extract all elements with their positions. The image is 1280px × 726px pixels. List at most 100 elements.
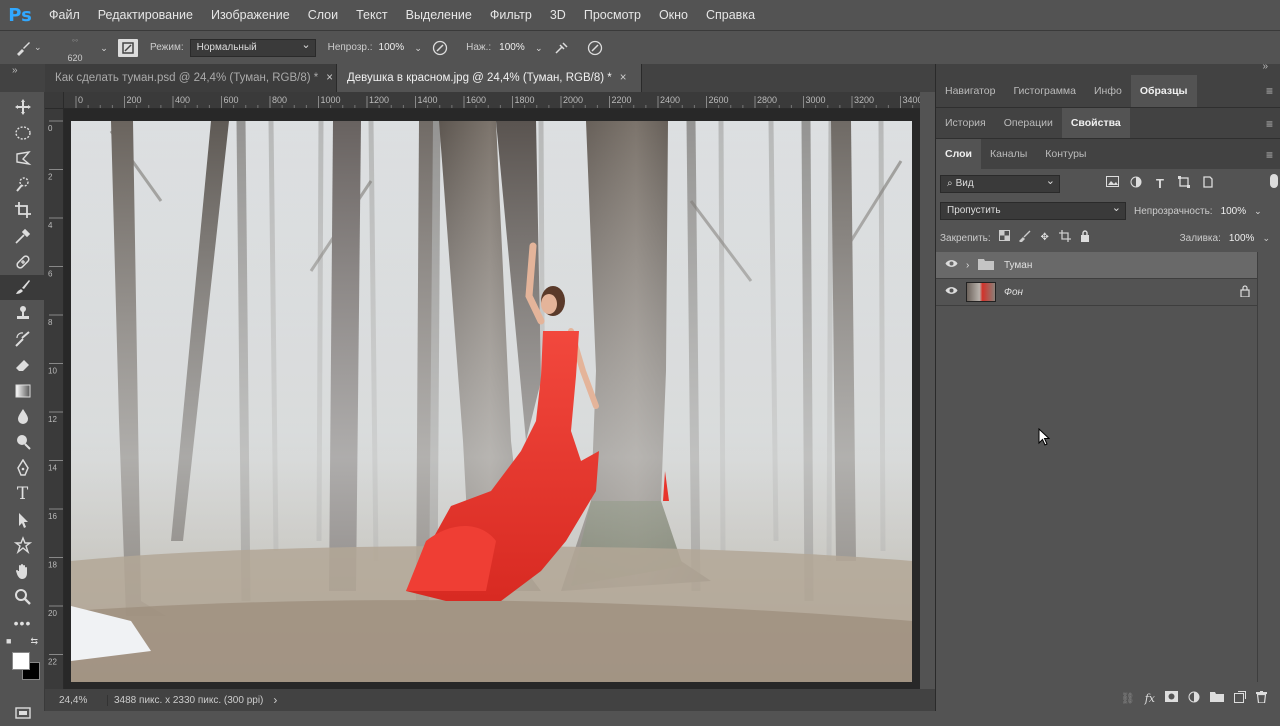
- chevron-down-icon[interactable]: ⌄: [1262, 233, 1270, 244]
- layer-opacity-value[interactable]: 100%: [1221, 206, 1247, 217]
- tab-actions[interactable]: Операции: [995, 108, 1062, 138]
- pen-tool-icon[interactable]: [0, 455, 45, 481]
- document-image[interactable]: [71, 121, 912, 682]
- horizontal-ruler[interactable]: 0 200 400 600 800 1000 1200 1400 1600 1800 2000 220…: [64, 92, 920, 109]
- swap-colors-icon[interactable]: ■ ⇆: [0, 636, 44, 650]
- tab-channels[interactable]: Каналы: [981, 139, 1036, 169]
- filter-type-icon[interactable]: T: [1152, 176, 1168, 192]
- new-layer-icon[interactable]: [1234, 690, 1246, 706]
- tab-properties[interactable]: Свойства: [1061, 108, 1130, 138]
- path-selection-icon[interactable]: [0, 507, 45, 533]
- layer-row-group[interactable]: › Туман: [936, 252, 1258, 278]
- flow-value[interactable]: 100%: [499, 42, 525, 53]
- quick-selection-icon[interactable]: [0, 171, 45, 197]
- new-adjustment-layer-icon[interactable]: [1188, 691, 1200, 706]
- blend-mode-select[interactable]: Нормальный: [189, 37, 316, 57]
- lock-artboard-icon[interactable]: [1057, 230, 1073, 246]
- link-layers-icon[interactable]: ⛓: [1121, 692, 1135, 705]
- add-mask-icon[interactable]: [1165, 691, 1178, 705]
- screen-mode-icon[interactable]: [0, 700, 45, 726]
- crop-tool-icon[interactable]: [0, 197, 45, 223]
- menu-image[interactable]: Изображение: [202, 0, 299, 30]
- type-tool-icon[interactable]: T: [0, 481, 45, 507]
- ellipse-marquee-icon[interactable]: [0, 120, 45, 146]
- move-tool-icon[interactable]: [0, 94, 45, 120]
- lock-brush-icon[interactable]: [1017, 230, 1033, 246]
- chevron-down-icon[interactable]: ⌄: [96, 40, 112, 56]
- menu-file[interactable]: Файл: [40, 0, 89, 30]
- panel-menu-icon[interactable]: ≡: [1266, 148, 1273, 162]
- tab-layers[interactable]: Слои: [936, 139, 981, 169]
- gradient-tool-icon[interactable]: [0, 378, 45, 404]
- zoom-level[interactable]: 24,4%: [59, 695, 101, 706]
- menu-help[interactable]: Справка: [697, 0, 764, 30]
- pressure-size-icon[interactable]: [587, 40, 603, 56]
- lock-transparent-icon[interactable]: [997, 230, 1013, 246]
- zoom-tool-icon[interactable]: [0, 584, 45, 610]
- lock-move-icon[interactable]: ✥: [1037, 230, 1053, 246]
- opacity-value[interactable]: 100%: [379, 42, 405, 53]
- blur-tool-icon[interactable]: [0, 404, 45, 430]
- new-group-icon[interactable]: [1210, 691, 1224, 705]
- brush-tool-icon[interactable]: [0, 274, 45, 301]
- eraser-icon[interactable]: [0, 352, 45, 378]
- layer-style-fx-icon[interactable]: fx: [1145, 692, 1155, 705]
- menu-view[interactable]: Просмотр: [575, 0, 650, 30]
- chevron-down-icon[interactable]: ⌄: [531, 40, 547, 56]
- filter-adjustment-icon[interactable]: [1128, 176, 1144, 192]
- tab-swatches[interactable]: Образцы: [1130, 75, 1197, 107]
- brush-size-picker[interactable]: ◦◦ 620: [54, 33, 96, 63]
- tab-paths[interactable]: Контуры: [1036, 139, 1095, 169]
- visibility-eye-icon[interactable]: [936, 259, 966, 271]
- chevron-down-icon[interactable]: ⌄: [1254, 206, 1262, 217]
- status-menu-arrow-icon[interactable]: ›: [273, 693, 277, 707]
- layer-row-background[interactable]: Фон: [936, 279, 1258, 305]
- more-tools-icon[interactable]: •••: [0, 610, 45, 636]
- tab-info[interactable]: Инфо: [1085, 75, 1131, 107]
- menu-filter[interactable]: Фильтр: [481, 0, 541, 30]
- healing-brush-icon[interactable]: [0, 249, 45, 275]
- brush-tool-preset-icon[interactable]: ⌄: [14, 39, 54, 57]
- menu-edit[interactable]: Редактирование: [89, 0, 202, 30]
- pressure-opacity-icon[interactable]: [432, 40, 448, 56]
- tab-histogram[interactable]: Гистограмма: [1004, 75, 1085, 107]
- expand-chevron-icon[interactable]: ›: [966, 260, 978, 271]
- filter-shape-icon[interactable]: [1176, 176, 1192, 192]
- menu-window[interactable]: Окно: [650, 0, 697, 30]
- vertical-ruler[interactable]: 0 2 4 6 8 10 12 14 16 18 20 22: [45, 109, 64, 689]
- lasso-tool-icon[interactable]: [0, 146, 45, 172]
- fill-value[interactable]: 100%: [1229, 233, 1255, 244]
- menu-layers[interactable]: Слои: [299, 0, 347, 30]
- menu-type[interactable]: Текст: [347, 0, 396, 30]
- chevron-down-icon[interactable]: ⌄: [410, 40, 426, 56]
- tab-navigator[interactable]: Навигатор: [936, 75, 1004, 107]
- menu-select[interactable]: Выделение: [397, 0, 481, 30]
- panel-menu-icon[interactable]: ≡: [1266, 84, 1273, 98]
- eyedropper-icon[interactable]: [0, 223, 45, 249]
- filter-pixel-icon[interactable]: [1104, 176, 1120, 192]
- close-icon[interactable]: ×: [620, 72, 627, 84]
- layer-filter-select[interactable]: ⌕ Вид: [940, 173, 1060, 193]
- menu-3d[interactable]: 3D: [541, 0, 575, 30]
- lock-all-icon[interactable]: [1077, 230, 1093, 246]
- delete-layer-icon[interactable]: [1256, 690, 1267, 706]
- custom-shape-icon[interactable]: [0, 533, 45, 559]
- close-icon[interactable]: ×: [326, 72, 333, 84]
- collapse-toolbar-icon[interactable]: »: [12, 65, 18, 76]
- clone-stamp-icon[interactable]: [0, 300, 45, 326]
- tab-document-2[interactable]: Девушка в красном.jpg @ 24,4% (Туман, RG…: [337, 64, 642, 92]
- history-brush-icon[interactable]: [0, 326, 45, 352]
- visibility-eye-icon[interactable]: [936, 286, 966, 298]
- hand-tool-icon[interactable]: [0, 558, 45, 584]
- filter-toggle-icon[interactable]: [1270, 174, 1278, 188]
- foreground-color-swatch[interactable]: [12, 651, 30, 670]
- filter-smart-object-icon[interactable]: [1200, 176, 1216, 192]
- brush-panel-toggle-icon[interactable]: [118, 38, 138, 57]
- tab-document-1[interactable]: Как сделать туман.psd @ 24,4% (Туман, RG…: [45, 64, 337, 92]
- layer-blend-mode-select[interactable]: Пропустить: [940, 200, 1126, 220]
- tab-history[interactable]: История: [936, 108, 995, 138]
- color-swatches[interactable]: [0, 650, 44, 682]
- layers-scrollbar[interactable]: [1257, 252, 1280, 682]
- panel-menu-icon[interactable]: ≡: [1266, 117, 1273, 131]
- airbrush-icon[interactable]: [553, 40, 569, 56]
